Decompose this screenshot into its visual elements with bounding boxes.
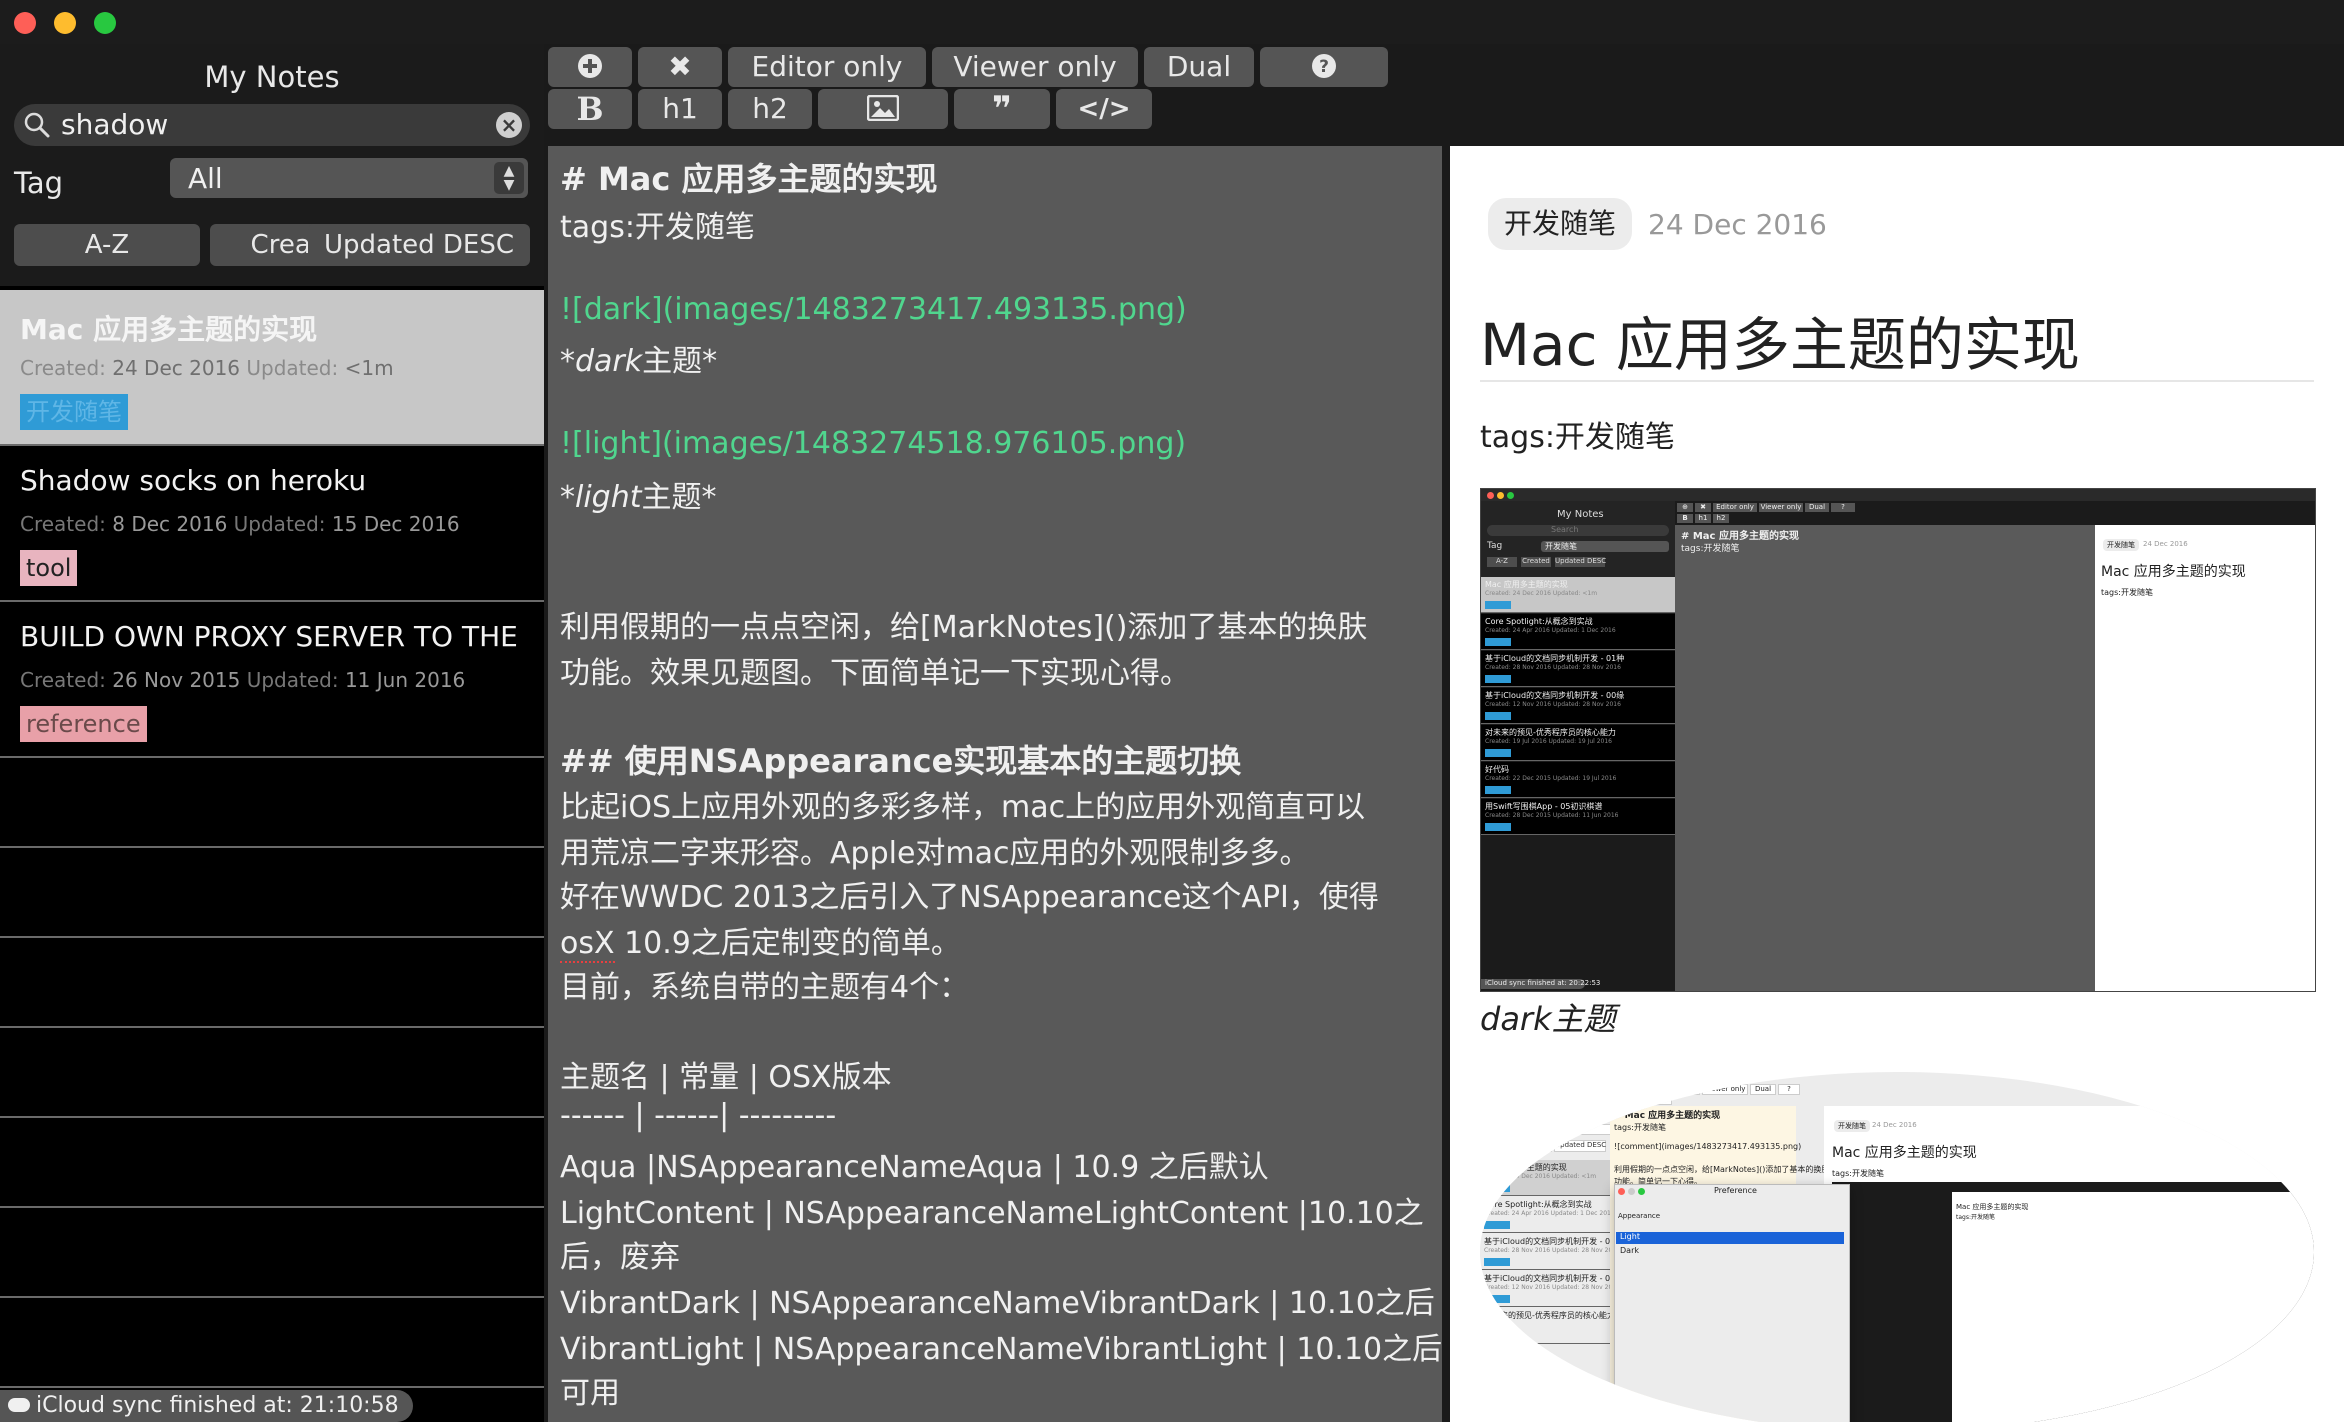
- updown-arrows-icon: ▲ ▼: [494, 162, 524, 194]
- search-input[interactable]: shadow ×: [14, 104, 530, 146]
- editor-line: 目前，系统自带的主题有4个：: [560, 970, 970, 1005]
- thumb-note-item: Core Spotlight:从概念到实战 Created: 24 Apr 201…: [1481, 614, 1675, 650]
- empty-list-row: [0, 938, 544, 1028]
- note-meta: Created: 24 Dec 2016 Updated: <1m: [20, 356, 394, 380]
- editor-line: ## 使用NSAppearance实现基本的主题切换: [560, 742, 1242, 780]
- clear-search-icon[interactable]: ×: [496, 112, 522, 138]
- delete-note-button[interactable]: ✖: [638, 47, 722, 87]
- dark-theme-caption: dark主题: [1480, 1000, 1616, 1038]
- thumb-note-item: 好代码 Created: 22 Dec 2015 Updated: 19 Jul …: [1481, 762, 1675, 798]
- empty-list-row: [0, 1028, 544, 1118]
- editor-line: osX 10.9之后定制变的简单。: [560, 926, 961, 963]
- svg-text:?: ?: [1319, 57, 1329, 77]
- empty-list-row: [0, 1118, 544, 1208]
- h2-button[interactable]: h2: [728, 89, 812, 129]
- empty-list-row: [0, 1298, 544, 1388]
- light-theme-screenshot: My Notes Search Tag 开发随笔 A-Z Created Upd…: [1480, 1072, 2314, 1422]
- thumb-note-item: 用Swift写围棋App - 05初识棋谱 Created: 28 Dec 201…: [1481, 799, 1675, 835]
- markdown-editor[interactable]: # Mac 应用多主题的实现 tags:开发随笔 ![dark](images/…: [548, 146, 1442, 1422]
- note-meta: Created: 8 Dec 2016 Updated: 15 Dec 2016: [20, 512, 460, 536]
- quote-button[interactable]: ❞: [954, 89, 1050, 129]
- editor-line: tags:开发随笔: [560, 210, 755, 245]
- editor-line: 用荒凉二字来形容。Apple对mac应用的外观限制多多。: [560, 836, 1310, 871]
- dark-theme-screenshot: My Notes Search Tag 开发随笔 A-Z Created Upd…: [1480, 488, 2316, 992]
- note-title: Mac 应用多主题的实现: [20, 313, 318, 346]
- thumb-note-item: 对未来的预见-优秀程序员的核心能力 Created: 19 Jul 2016 Up…: [1481, 725, 1675, 761]
- note-tag[interactable]: reference: [20, 706, 147, 742]
- notes-sidebar: My Notes shadow × Tag All ▲ ▼ A-Z Created…: [0, 44, 544, 1422]
- sync-status: iCloud sync finished at: 21:10:58: [0, 1390, 413, 1422]
- note-item[interactable]: BUILD OWN PROXY SERVER TO THE Created: 2…: [0, 602, 544, 758]
- tag-filter-select[interactable]: All ▲ ▼: [170, 158, 528, 198]
- plus-circle-icon: [578, 54, 602, 78]
- editor-line: 好在WWDC 2013之后引入了NSAppearance这个API，使得: [560, 880, 1379, 915]
- bold-button[interactable]: B: [548, 89, 632, 129]
- code-button[interactable]: </>: [1056, 89, 1152, 129]
- editor-toolbar: ✖ Editor only Viewer only Dual ? B h1 h2…: [548, 44, 2344, 140]
- editor-line: *light主题*: [560, 480, 717, 515]
- empty-list-row: [0, 1208, 544, 1298]
- zoom-window-button[interactable]: [94, 12, 116, 34]
- editor-line: VibrantDark | NSAppearanceNameVibrantDar…: [560, 1286, 1435, 1321]
- dual-mode-button[interactable]: Dual: [1144, 47, 1254, 87]
- sort-az-button[interactable]: A-Z: [14, 224, 200, 266]
- editor-line: LightContent | NSAppearanceNameLightCont…: [560, 1196, 1424, 1231]
- editor-line: 主题名 | 常量 | OSX版本: [560, 1060, 892, 1095]
- preview-date: 24 Dec 2016: [1648, 208, 1827, 241]
- editor-line: # Mac 应用多主题的实现: [560, 160, 938, 198]
- preview-tags-line: tags:开发随笔: [1480, 420, 1675, 455]
- insert-image-button[interactable]: [818, 89, 948, 129]
- editor-line: 功能。效果见题图。下面简单记一下实现心得。: [560, 656, 1190, 691]
- help-button[interactable]: ?: [1260, 47, 1388, 87]
- sort-updated-button[interactable]: Updated DESC: [308, 224, 530, 266]
- cloud-icon: [8, 1398, 30, 1412]
- note-tag[interactable]: 开发随笔: [20, 394, 128, 430]
- editor-line: VibrantLight | NSAppearanceNameVibrantLi…: [560, 1332, 1442, 1367]
- note-tag[interactable]: tool: [20, 550, 78, 586]
- editor-line: 比起iOS上应用外观的多彩多样，mac上的应用外观简直可以: [560, 790, 1366, 825]
- editor-line: Aqua |NSAppearanceNameAqua | 10.9 之后默认: [560, 1150, 1269, 1185]
- help-icon: ?: [1312, 54, 1336, 78]
- window-titlebar: [0, 0, 2344, 44]
- thumb-note-item: Mac 应用多主题的实现 Created: 24 Dec 2016 Updated…: [1481, 577, 1675, 613]
- preview-title: Mac 应用多主题的实现: [1480, 311, 2080, 379]
- h1-button[interactable]: h1: [638, 89, 722, 129]
- viewer-only-button[interactable]: Viewer only: [932, 47, 1138, 87]
- editor-only-button[interactable]: Editor only: [728, 47, 926, 87]
- image-icon: [866, 94, 900, 122]
- thumb-note-item: 基于iCloud的文档同步机制开发 - 01种 Created: 28 Nov 2…: [1481, 651, 1675, 687]
- empty-list-row: [0, 758, 544, 848]
- sidebar-header: My Notes shadow × Tag All ▲ ▼ A-Z Created…: [0, 44, 544, 286]
- search-icon: [24, 112, 50, 138]
- note-item[interactable]: Mac 应用多主题的实现 Created: 24 Dec 2016 Update…: [0, 290, 544, 446]
- note-item[interactable]: Shadow socks on heroku Created: 8 Dec 20…: [0, 446, 544, 602]
- note-title: Shadow socks on heroku: [20, 464, 367, 497]
- minimize-window-button[interactable]: [54, 12, 76, 34]
- title-divider: [1480, 380, 2314, 382]
- editor-line: 后，废弃: [560, 1240, 680, 1275]
- note-title: BUILD OWN PROXY SERVER TO THE: [20, 620, 518, 653]
- sidebar-title: My Notes: [204, 60, 340, 94]
- preview-tag[interactable]: 开发随笔: [1488, 198, 1633, 250]
- note-meta: Created: 26 Nov 2015 Updated: 11 Jun 201…: [20, 668, 466, 692]
- search-value[interactable]: shadow: [61, 108, 168, 141]
- empty-list-row: [0, 848, 544, 938]
- editor-line: ------ | ------| ---------: [560, 1098, 837, 1133]
- markdown-preview[interactable]: 开发随笔 24 Dec 2016 Mac 应用多主题的实现 tags:开发随笔 …: [1450, 146, 2344, 1422]
- editor-line: 利用假期的一点点空闲，给[MarkNotes]()添加了基本的换肤: [560, 610, 1368, 645]
- editor-line: 可用: [560, 1376, 620, 1411]
- add-note-button[interactable]: [548, 47, 632, 87]
- thumb-note-item: 基于iCloud的文档同步机制开发 - 00缘 Created: 12 Nov 2…: [1481, 688, 1675, 724]
- tag-filter-value: All: [188, 162, 223, 195]
- editor-line: *dark主题*: [560, 344, 718, 379]
- editor-line: ![dark](images/1483273417.493135.png): [560, 292, 1187, 327]
- tag-filter-label: Tag: [14, 166, 64, 200]
- close-window-button[interactable]: [14, 12, 36, 34]
- editor-line: ![light](images/1483274518.976105.png): [560, 426, 1187, 461]
